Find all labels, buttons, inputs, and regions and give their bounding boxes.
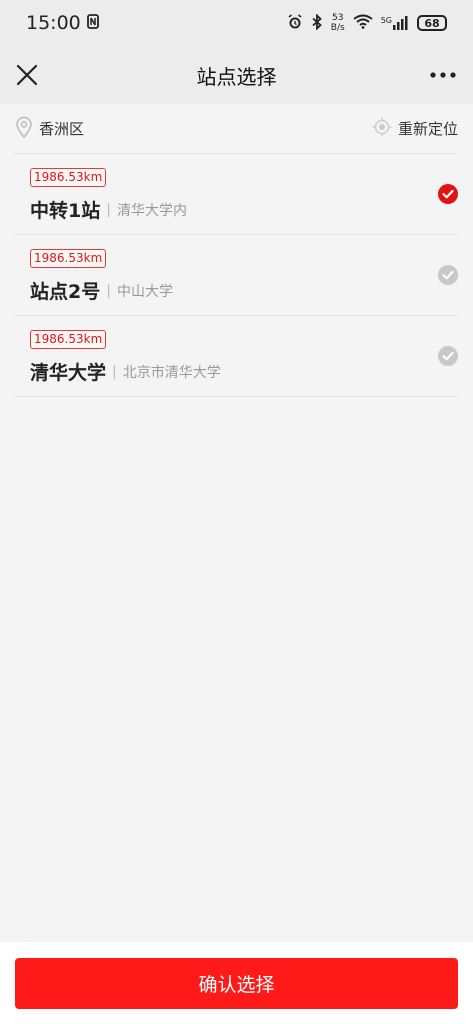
unselected-check-icon[interactable] — [438, 346, 458, 366]
page-title: 站点选择 — [196, 64, 277, 89]
net-speed: 53 B/s — [331, 13, 345, 33]
station-name: 站点2号 — [30, 281, 101, 303]
district-label: 香洲区 — [39, 120, 85, 138]
net-speed-unit: B/s — [330, 23, 345, 33]
distance-badge: 1986.53km — [30, 249, 107, 268]
station-address: 中山大学 — [116, 283, 173, 300]
battery-indicator: 68 — [417, 15, 447, 31]
station-item[interactable]: 1986.53km 站点2号 | 中山大学 — [15, 235, 458, 316]
net-speed-value: 53 — [332, 13, 344, 23]
station-name-row: 中转1站 | 清华大学内 — [30, 196, 187, 223]
signal-icon — [393, 16, 408, 30]
station-name: 中转1站 — [30, 200, 101, 222]
station-item[interactable]: 1986.53km 中转1站 | 清华大学内 — [15, 154, 458, 235]
network-type: 5G — [380, 16, 392, 25]
bottom-bar: 确认选择 — [0, 942, 473, 1024]
nfc-icon — [86, 12, 99, 34]
selected-check-icon[interactable] — [438, 184, 458, 204]
relocate-button[interactable]: 重新定位 — [372, 117, 458, 141]
battery-level: 68 — [424, 16, 440, 30]
current-location: 香洲区 — [15, 116, 84, 142]
unselected-check-icon[interactable] — [438, 265, 458, 285]
station-name: 清华大学 — [30, 362, 107, 384]
cellular-signal: 5G — [381, 16, 409, 30]
more-icon[interactable] — [429, 62, 457, 88]
status-time: 15:00 — [26, 12, 81, 34]
distance-badge: 1986.53km — [30, 330, 107, 349]
distance-badge: 1986.53km — [30, 168, 107, 187]
alarm-icon — [287, 13, 303, 33]
confirm-button[interactable]: 确认选择 — [15, 958, 458, 1009]
status-right: 53 B/s 5G 68 — [287, 12, 447, 33]
station-item[interactable]: 1986.53km 清华大学 | 北京市清华大学 — [15, 316, 458, 397]
nav-bar: 站点选择 — [0, 46, 473, 104]
separator: | — [112, 363, 117, 380]
location-bar: 香洲区 重新定位 — [15, 104, 458, 154]
station-address: 清华大学内 — [116, 202, 187, 219]
status-bar: 15:00 53 B/s 5G 68 — [0, 0, 473, 46]
station-name-row: 站点2号 | 中山大学 — [30, 277, 173, 304]
station-list: 1986.53km 中转1站 | 清华大学内 1986.53km 站点2号 | … — [15, 154, 458, 397]
station-address: 北京市清华大学 — [122, 364, 221, 381]
separator: | — [106, 282, 111, 299]
status-left: 15:00 — [26, 12, 99, 34]
relocate-label: 重新定位 — [397, 120, 458, 138]
location-pin-icon — [15, 116, 33, 142]
bluetooth-icon — [311, 12, 323, 33]
wifi-icon — [353, 14, 373, 32]
station-name-row: 清华大学 | 北京市清华大学 — [30, 358, 221, 385]
separator: | — [106, 201, 111, 218]
locate-target-icon — [372, 117, 392, 141]
close-icon[interactable] — [14, 62, 40, 88]
